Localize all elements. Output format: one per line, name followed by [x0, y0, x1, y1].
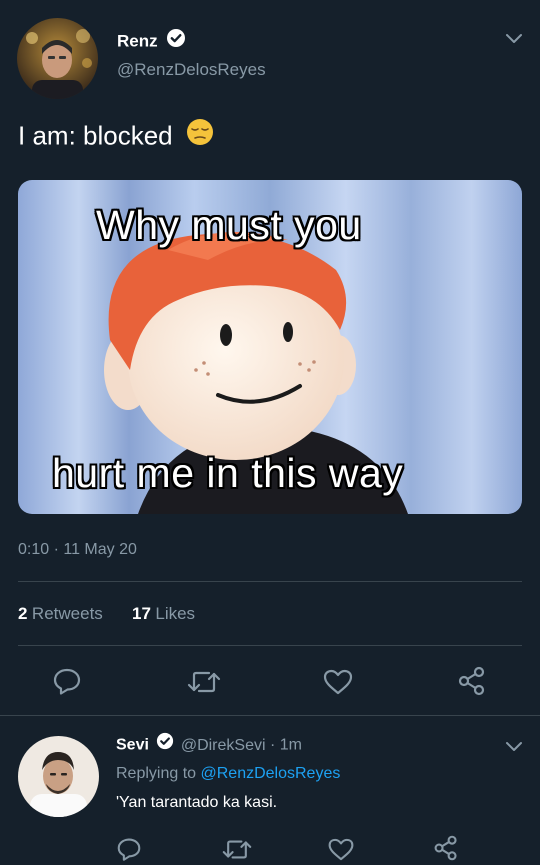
tweet-timestamp[interactable]: 0:10 · 11 May 20 [18, 541, 137, 559]
replying-to-line: Replying to @RenzDelosReyes [116, 765, 340, 783]
reply-chevron-down-icon[interactable] [505, 740, 523, 758]
replying-to-handle[interactable]: @RenzDelosReyes [201, 765, 341, 782]
reply-like-icon[interactable] [327, 837, 355, 862]
reply-time: · 1m [269, 736, 302, 754]
retweets-label: Retweets [31, 604, 103, 623]
retweets-stat[interactable]: 2 Retweets [18, 604, 103, 624]
author-name[interactable]: Renz [117, 32, 158, 51]
reply-author-name[interactable]: Sevi [116, 737, 149, 754]
author-name-row: Renz [117, 28, 186, 53]
tweet-text-row: I am: blocked [18, 118, 214, 153]
retweet-icon[interactable] [187, 669, 221, 695]
likes-stat[interactable]: 17 Likes [132, 604, 195, 624]
reply-share-icon[interactable] [433, 835, 459, 861]
reply-icon[interactable] [52, 667, 82, 695]
divider-top [18, 581, 522, 582]
reply-retweet-icon[interactable] [222, 838, 252, 861]
divider-reply [0, 715, 540, 716]
pensive-face-icon [186, 118, 214, 153]
verified-badge-icon [156, 732, 174, 755]
likes-label: Likes [155, 604, 196, 623]
divider-middle [18, 645, 522, 646]
chevron-down-icon[interactable] [505, 32, 523, 50]
retweets-count: 2 [18, 604, 28, 623]
reply-text: 'Yan tarantado ka kasi. [116, 794, 278, 811]
meme-caption-bottom: hurt me in this way [52, 450, 404, 496]
share-icon[interactable] [457, 666, 487, 696]
tweet-time: 0:10 [18, 541, 50, 558]
tweet-date: 11 May 20 [63, 541, 137, 558]
tweet-text: I am: blocked [18, 120, 173, 151]
like-icon[interactable] [322, 668, 354, 696]
replying-to-label: Replying to [116, 765, 197, 782]
author-avatar[interactable] [17, 18, 98, 99]
likes-count: 17 [132, 604, 151, 623]
reply-author-avatar[interactable] [18, 736, 99, 817]
timestamp-separator: · [53, 541, 59, 558]
reply-reply-icon[interactable] [116, 837, 142, 861]
tweet-media-image[interactable]: Why must you hurt me in this way [18, 180, 522, 514]
reply-author-handle[interactable]: @DirekSevi [181, 737, 266, 754]
verified-badge-icon [166, 28, 186, 53]
author-handle[interactable]: @RenzDelosReyes [117, 60, 266, 80]
meme-caption-top: Why must you [96, 202, 362, 248]
reply-author-row: Sevi @DirekSevi · 1m [116, 732, 302, 757]
